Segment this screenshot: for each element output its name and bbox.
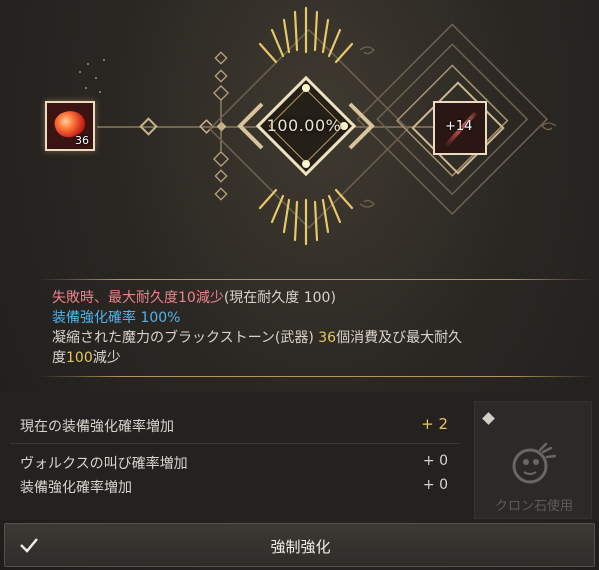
material-slot[interactable]: 36	[45, 101, 95, 151]
consume-count: 36	[318, 330, 337, 346]
diamond-icon	[482, 412, 495, 425]
bonus-separator	[10, 443, 460, 444]
cron-stone-toggle[interactable]: クロン石使用	[474, 401, 592, 519]
material-count: 36	[75, 134, 89, 147]
bonus-value-current-rate: + 2	[421, 415, 448, 433]
consume-line2-post: 減少	[92, 350, 121, 366]
force-enhance-label: 強制強化	[270, 538, 331, 556]
success-rate: 100.00%	[266, 116, 342, 135]
enhancement-window: 36 100.00% +14 失敗時、最大耐久度10減少(現在耐久度 100) …	[0, 0, 599, 570]
consume-rest: 個消費及び最大耐久	[336, 330, 463, 346]
consume-line-1: 凝縮された魔力のブラックストーン(武器) 36個消費及び最大耐久	[52, 329, 462, 347]
consume-line2-pre: 度	[52, 350, 66, 366]
consume-item-name: 凝縮された魔力のブラックストーン(武器)	[52, 330, 319, 346]
bonus-value-enhance-rate: + 0	[422, 477, 448, 493]
fail-penalty-text: 失敗時、最大耐久度10減少	[52, 290, 224, 306]
fail-penalty-line: 失敗時、最大耐久度10減少(現在耐久度 100)	[52, 289, 336, 307]
consume-line-2: 度100減少	[52, 349, 121, 367]
bonus-value-vorkus: + 0	[422, 453, 448, 469]
info-divider-bottom	[38, 376, 594, 377]
info-divider-top	[38, 279, 594, 280]
current-durability: (現在耐久度 100)	[223, 290, 336, 306]
cron-stone-label: クロン石使用	[494, 499, 573, 514]
bonus-label-current-rate: 現在の装備強化確率増加	[20, 419, 174, 435]
cron-stone-icon	[512, 442, 556, 484]
target-item-slot[interactable]: +14	[433, 101, 487, 155]
enhance-rate-line: 装備強化確率 100%	[52, 310, 181, 326]
target-enhance-level: +14	[445, 119, 473, 134]
durability-loss-value: 100	[66, 350, 93, 366]
force-enhance-button[interactable]: 強制強化	[4, 523, 595, 567]
bonus-label-vorkus: ヴォルクスの叫び確率増加	[20, 456, 188, 472]
enhancement-info: 失敗時、最大耐久度10減少(現在耐久度 100) 装備強化確率 100% 凝縮さ…	[0, 282, 599, 378]
bonus-label-enhance-rate: 装備強化確率増加	[20, 480, 132, 496]
enhancement-stage: 36 100.00% +14	[0, 0, 599, 272]
